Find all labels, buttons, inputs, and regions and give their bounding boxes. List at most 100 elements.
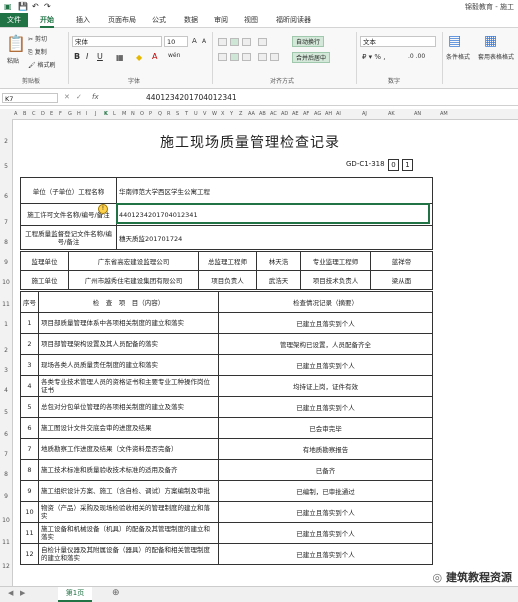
- row-header[interactable]: 11: [0, 301, 12, 308]
- align-left-icon[interactable]: [218, 53, 227, 61]
- add-sheet-icon[interactable]: ⊕: [112, 588, 120, 598]
- column-header[interactable]: D: [41, 111, 45, 117]
- column-header[interactable]: U: [194, 111, 198, 117]
- row-header[interactable]: 1: [0, 321, 12, 328]
- row-header[interactable]: 4: [0, 387, 12, 394]
- column-header[interactable]: W: [212, 111, 217, 117]
- underline-button[interactable]: U: [97, 52, 103, 61]
- column-header[interactable]: AE: [292, 111, 299, 117]
- font-size-select[interactable]: 10: [164, 36, 188, 47]
- column-header[interactable]: S: [176, 111, 179, 117]
- column-header[interactable]: X: [221, 111, 224, 117]
- cancel-icon[interactable]: ✕: [64, 93, 70, 101]
- row-header[interactable]: 9: [0, 493, 12, 500]
- column-header[interactable]: AB: [259, 111, 266, 117]
- column-header[interactable]: AI: [336, 111, 341, 117]
- column-header[interactable]: AJ: [362, 111, 367, 117]
- borders-icon[interactable]: ▦: [116, 53, 124, 62]
- cut-button[interactable]: ✂ 剪切: [28, 34, 47, 43]
- column-header[interactable]: L: [113, 111, 116, 117]
- row-header[interactable]: 6: [0, 193, 12, 200]
- paste-icon[interactable]: 📋: [6, 34, 26, 53]
- name-box[interactable]: K7: [2, 93, 58, 103]
- tab-home[interactable]: 开始: [40, 15, 54, 28]
- selected-cell[interactable]: [116, 203, 430, 224]
- grow-font-button[interactable]: A: [192, 37, 197, 45]
- column-header[interactable]: N: [131, 111, 135, 117]
- phonetic-button[interactable]: wén: [168, 52, 180, 59]
- row-header[interactable]: 12: [0, 563, 12, 570]
- column-header[interactable]: E: [50, 111, 53, 117]
- paste-button[interactable]: 粘贴: [7, 56, 19, 65]
- tab-page-layout[interactable]: 页面布局: [108, 15, 136, 26]
- align-bottom-icon[interactable]: [242, 38, 251, 46]
- column-header[interactable]: AC: [270, 111, 277, 117]
- formula-input[interactable]: 440123420170401234​1: [146, 93, 237, 102]
- column-header[interactable]: O: [140, 111, 144, 117]
- merge-center-button[interactable]: 合并后居中: [292, 52, 331, 63]
- copy-button[interactable]: ⎘ 复制: [28, 47, 47, 57]
- row-header[interactable]: 3: [0, 367, 12, 374]
- fill-color-icon[interactable]: ◆: [136, 53, 142, 62]
- row-header[interactable]: 7: [0, 219, 12, 226]
- column-header[interactable]: AG: [314, 111, 321, 117]
- tab-formulas[interactable]: 公式: [152, 15, 166, 26]
- column-header[interactable]: K: [104, 111, 108, 117]
- row-header[interactable]: 8: [0, 471, 12, 478]
- row-header[interactable]: 7: [0, 451, 12, 458]
- row-header[interactable]: 6: [0, 431, 12, 438]
- enter-icon[interactable]: ✓: [76, 93, 82, 101]
- column-header[interactable]: B: [23, 111, 26, 117]
- undo-icon[interactable]: ↶: [32, 2, 39, 11]
- row-header[interactable]: 5: [0, 163, 12, 170]
- column-header[interactable]: A: [14, 111, 17, 117]
- column-header[interactable]: I: [86, 111, 87, 117]
- orientation-icon[interactable]: [258, 38, 267, 46]
- column-header[interactable]: AN: [414, 111, 421, 117]
- row-header[interactable]: 11: [0, 539, 12, 546]
- tab-data[interactable]: 数据: [184, 15, 198, 26]
- row-header[interactable]: 8: [0, 239, 12, 246]
- number-format-select[interactable]: 文本: [360, 36, 436, 47]
- tab-view[interactable]: 视图: [244, 15, 258, 26]
- column-header[interactable]: F: [59, 111, 62, 117]
- shrink-font-button[interactable]: A: [202, 38, 206, 45]
- row-header[interactable]: 2: [0, 347, 12, 354]
- column-header[interactable]: Q: [158, 111, 162, 117]
- column-header[interactable]: AK: [388, 111, 395, 117]
- column-header[interactable]: J: [95, 111, 96, 117]
- conditional-format-button[interactable]: 条件格式: [446, 52, 470, 61]
- row-header[interactable]: 10: [0, 279, 12, 286]
- column-header[interactable]: T: [185, 111, 188, 117]
- format-painter-button[interactable]: 🖌 格式刷: [28, 60, 56, 69]
- decimal-icons[interactable]: .0 .00: [408, 53, 425, 60]
- align-right-icon[interactable]: [242, 53, 251, 61]
- row-header[interactable]: 10: [0, 517, 12, 524]
- column-header[interactable]: AA: [248, 111, 255, 117]
- tab-review[interactable]: 审阅: [214, 15, 228, 26]
- decrease-indent-icon[interactable]: [258, 53, 267, 61]
- align-middle-icon[interactable]: [230, 38, 239, 46]
- font-color-button[interactable]: A: [152, 52, 157, 61]
- column-header[interactable]: R: [167, 111, 170, 117]
- row-header[interactable]: 5: [0, 409, 12, 416]
- column-header[interactable]: AD: [281, 111, 288, 117]
- table-format-button[interactable]: 套用表格格式: [478, 52, 514, 61]
- column-header[interactable]: Y: [230, 111, 233, 117]
- column-header[interactable]: AF: [303, 111, 309, 117]
- row-header[interactable]: 9: [0, 259, 12, 266]
- redo-icon[interactable]: ↷: [44, 2, 51, 11]
- column-header[interactable]: AM: [440, 111, 448, 117]
- column-header[interactable]: V: [203, 111, 206, 117]
- save-icon[interactable]: 💾: [18, 2, 28, 11]
- align-top-icon[interactable]: [218, 38, 227, 46]
- info-value[interactable]: 华南师范大学西区学生公寓工程: [116, 177, 433, 204]
- tab-insert[interactable]: 插入: [76, 15, 90, 26]
- sheet-tab[interactable]: 第1页: [58, 587, 92, 602]
- currency-icon[interactable]: ₽ ▾ % ,: [362, 53, 386, 61]
- column-header[interactable]: H: [77, 111, 81, 117]
- column-header[interactable]: P: [149, 111, 152, 117]
- row-header[interactable]: 2: [0, 138, 12, 145]
- font-name-select[interactable]: 宋体: [72, 36, 162, 47]
- column-header[interactable]: G: [68, 111, 72, 117]
